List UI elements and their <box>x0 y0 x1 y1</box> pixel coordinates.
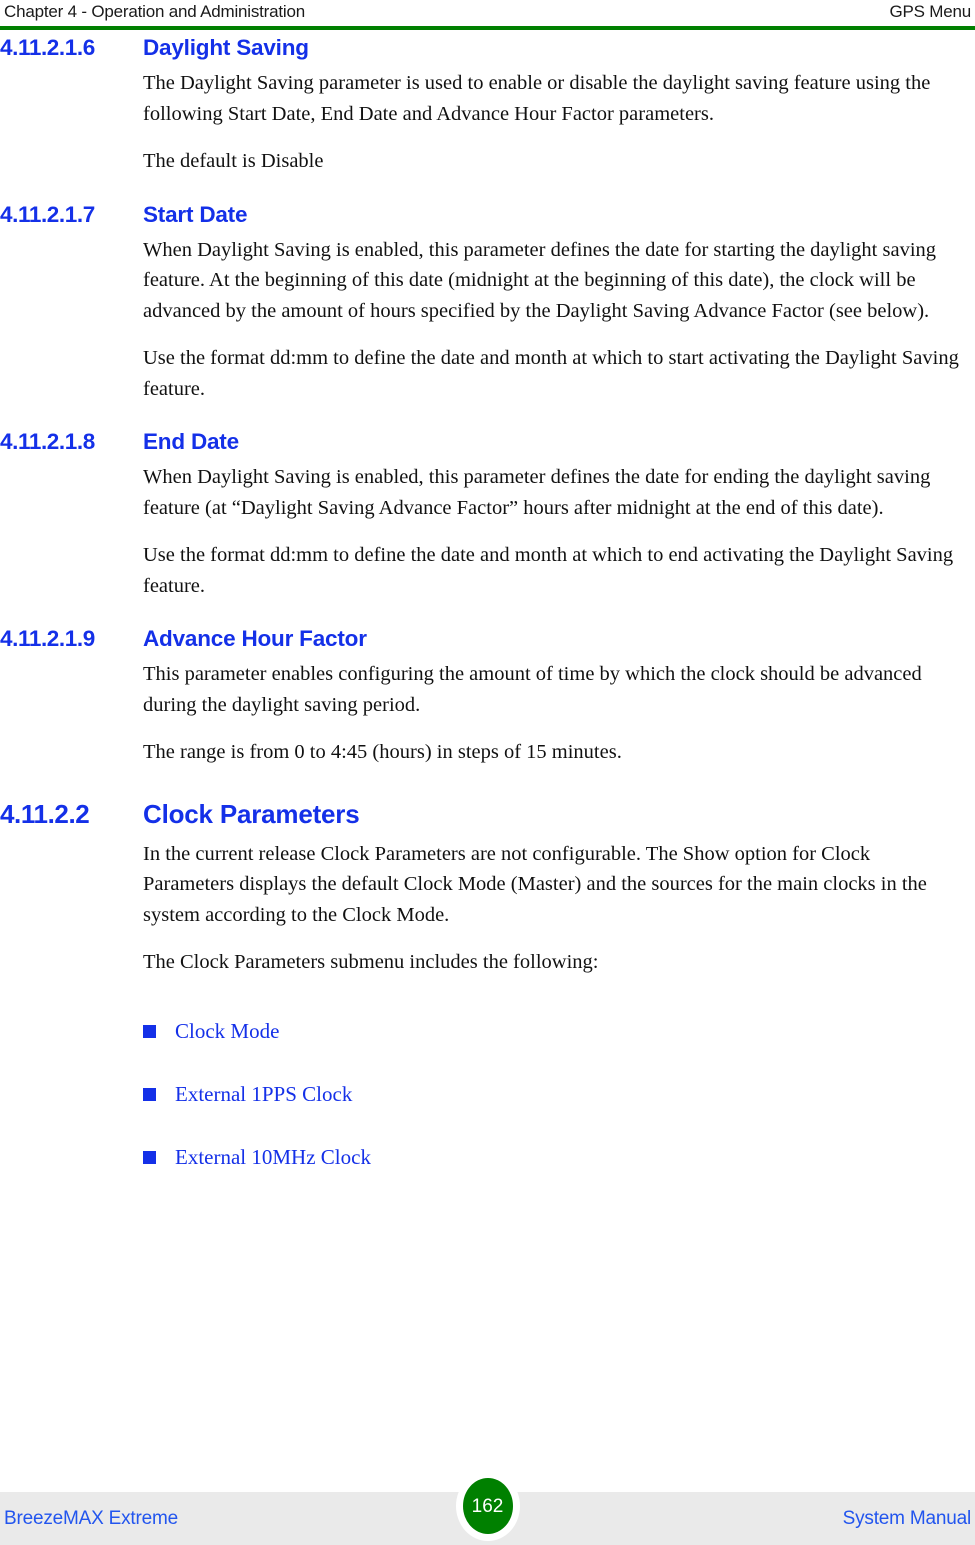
section-title: Advance Hour Factor <box>143 626 367 651</box>
page-header: Chapter 4 - Operation and Administration… <box>0 0 975 30</box>
section-title: Start Date <box>143 201 248 227</box>
heading-4-11-2-1-9: 4.11.2.1.9 Advance Hour Factor <box>0 625 975 653</box>
page-footer: BreezeMAX Extreme 162 System Manual <box>0 1471 975 1545</box>
section-daylight-saving: 4.11.2.1.6 Daylight Saving The Daylight … <box>0 34 975 177</box>
section-number: 4.11.2.1.8 <box>0 429 95 454</box>
paragraph: When Daylight Saving is enabled, this pa… <box>143 466 931 519</box>
link-external-1pps-clock[interactable]: External 1PPS Clock <box>175 1079 352 1109</box>
paragraph: In the current release Clock Parameters … <box>143 842 927 926</box>
list-item[interactable]: External 10MHz Clock <box>143 1142 975 1205</box>
section-advance-hour-factor: 4.11.2.1.9 Advance Hour Factor This para… <box>0 625 975 768</box>
heading-4-11-2-1-6: 4.11.2.1.6 Daylight Saving <box>0 34 975 62</box>
heading-4-11-2-1-7: 4.11.2.1.7 Start Date <box>0 201 975 229</box>
paragraph: The range is from 0 to 4:45 (hours) in s… <box>143 741 622 763</box>
paragraph: Use the format dd:mm to define the date … <box>143 544 954 597</box>
header-chapter-title: Chapter 4 - Operation and Administration <box>4 2 306 21</box>
paragraph: The Daylight Saving parameter is used to… <box>143 72 931 125</box>
heading-4-11-2-2: 4.11.2.2 Clock Parameters <box>0 798 975 831</box>
section-number: 4.11.2.1.9 <box>0 626 95 651</box>
square-bullet-icon <box>143 1024 156 1038</box>
section-title: Daylight Saving <box>143 35 309 60</box>
square-bullet-icon <box>143 1150 156 1164</box>
page-number-badge: 162 <box>455 1471 520 1541</box>
footer-product-name[interactable]: BreezeMAX Extreme <box>4 1507 178 1531</box>
link-clock-mode[interactable]: Clock Mode <box>175 1016 279 1046</box>
section-title: Clock Parameters <box>143 798 360 829</box>
link-external-10mhz-clock[interactable]: External 10MHz Clock <box>175 1142 371 1172</box>
paragraph: This parameter enables configuring the a… <box>143 663 922 716</box>
paragraph: When Daylight Saving is enabled, this pa… <box>143 238 937 322</box>
section-number: 4.11.2.2 <box>0 798 90 829</box>
clock-parameters-link-list: Clock Mode External 1PPS Clock External … <box>0 1016 975 1205</box>
section-number: 4.11.2.1.6 <box>0 35 95 60</box>
heading-4-11-2-1-8: 4.11.2.1.8 End Date <box>0 428 975 456</box>
footer-document-name[interactable]: System Manual <box>843 1507 972 1531</box>
list-item[interactable]: External 1PPS Clock <box>143 1079 975 1142</box>
page-content: 4.11.2.1.6 Daylight Saving The Daylight … <box>0 34 975 1205</box>
paragraph: The default is Disable <box>143 150 324 172</box>
section-end-date: 4.11.2.1.8 End Date When Daylight Saving… <box>0 428 975 601</box>
paragraph: Use the format dd:mm to define the date … <box>143 347 959 400</box>
section-number: 4.11.2.1.7 <box>0 201 95 227</box>
section-title: End Date <box>143 429 239 454</box>
header-section-title: GPS Menu <box>889 2 971 21</box>
paragraph: The Clock Parameters submenu includes th… <box>143 951 599 973</box>
page-number-disc: 162 <box>462 1478 513 1534</box>
square-bullet-icon <box>143 1087 156 1101</box>
page-number: 162 <box>471 1495 504 1517</box>
section-clock-parameters: 4.11.2.2 Clock Parameters In the current… <box>0 798 975 978</box>
list-item[interactable]: Clock Mode <box>143 1016 975 1079</box>
section-start-date: 4.11.2.1.7 Start Date When Daylight Savi… <box>0 201 975 405</box>
